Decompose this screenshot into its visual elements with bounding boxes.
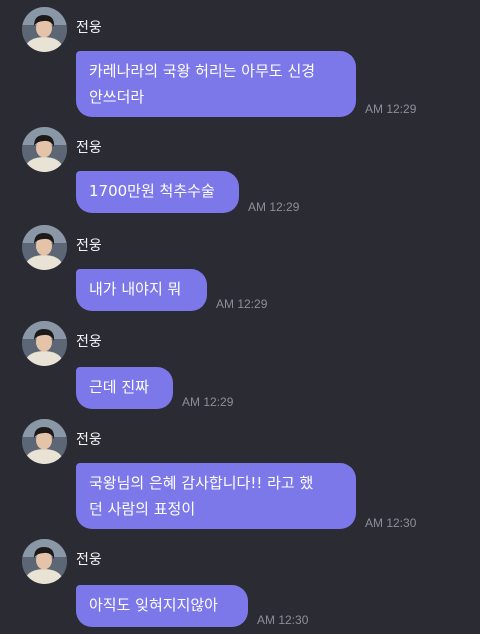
avatar[interactable] bbox=[22, 419, 67, 464]
message-bubble[interactable]: 아직도 잊혀지지않아 bbox=[76, 585, 248, 627]
avatar[interactable] bbox=[22, 225, 67, 270]
message-timestamp: AM 12:29 bbox=[216, 297, 268, 311]
message-bubble[interactable]: 카레나라의 국왕 허리는 아무도 신경 안쓰더라 bbox=[76, 51, 356, 117]
message-bubble[interactable]: 국왕님의 은혜 감사합니다!! 라고 했 던 사람의 표정이 bbox=[76, 463, 356, 529]
sender-name: 전웅 bbox=[76, 432, 102, 448]
message-bubble[interactable]: 근데 진짜 bbox=[76, 367, 173, 409]
sender-name: 전웅 bbox=[76, 140, 102, 156]
message-timestamp: AM 12:30 bbox=[365, 516, 417, 530]
profile-photo-icon bbox=[22, 225, 67, 270]
avatar[interactable] bbox=[22, 7, 67, 52]
avatar[interactable] bbox=[22, 321, 67, 366]
message-timestamp: AM 12:29 bbox=[248, 200, 300, 214]
message-bubble[interactable]: 내가 내야지 뭐 bbox=[76, 269, 207, 311]
sender-name: 전웅 bbox=[76, 238, 102, 254]
avatar[interactable] bbox=[22, 127, 67, 172]
message-bubble[interactable]: 1700만원 척추수술 bbox=[76, 171, 239, 213]
sender-name: 전웅 bbox=[76, 20, 102, 36]
message-timestamp: AM 12:29 bbox=[365, 102, 417, 116]
message-timestamp: AM 12:30 bbox=[257, 613, 309, 627]
sender-name: 전웅 bbox=[76, 552, 102, 568]
message-timestamp: AM 12:29 bbox=[182, 395, 234, 409]
profile-photo-icon bbox=[22, 419, 67, 464]
profile-photo-icon bbox=[22, 539, 67, 584]
profile-photo-icon bbox=[22, 127, 67, 172]
profile-photo-icon bbox=[22, 7, 67, 52]
avatar[interactable] bbox=[22, 539, 67, 584]
profile-photo-icon bbox=[22, 321, 67, 366]
sender-name: 전웅 bbox=[76, 334, 102, 350]
